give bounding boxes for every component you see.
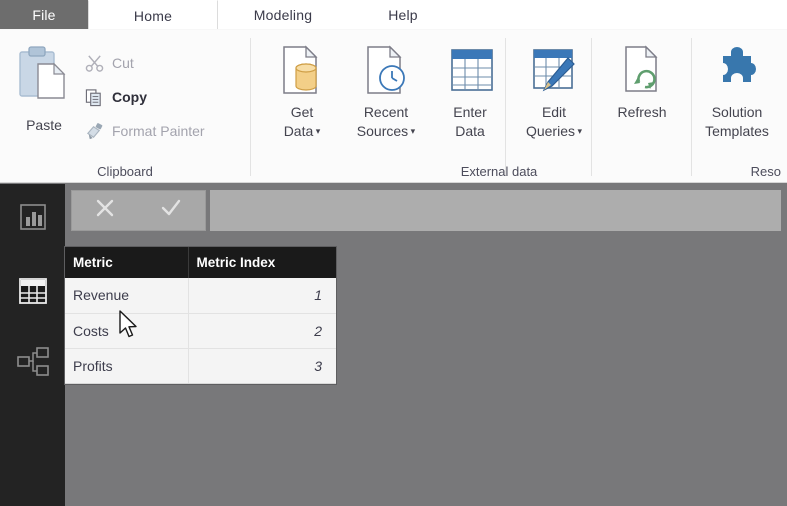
tab-file[interactable]: File [0, 0, 88, 29]
tab-help[interactable]: Help [348, 0, 458, 30]
group-inner-divider-2 [591, 38, 592, 176]
table-grid-icon [444, 42, 496, 98]
table-pencil-icon [528, 42, 580, 98]
table-grid-icon [18, 277, 48, 310]
edit-queries-label: Edit Queries ▾ [526, 103, 582, 141]
get-data-label: Get Data ▾ [284, 103, 321, 141]
recent-sources-label: Recent Sources ▾ [357, 103, 415, 141]
view-switcher-sidebar [0, 184, 65, 506]
edit-queries-line1: Edit [541, 104, 567, 120]
page-clock-icon [360, 42, 412, 98]
cell-metric[interactable]: Costs [65, 313, 189, 349]
tab-modeling-label: Modeling [253, 7, 313, 23]
solution-templates-line1: Solution [711, 104, 763, 120]
scissors-icon [80, 54, 108, 73]
format-painter-button[interactable]: Format Painter [80, 114, 245, 148]
tab-help-label: Help [388, 7, 418, 23]
ribbon-group-clipboard-label: Clipboard [97, 164, 153, 179]
copy-pages-icon [80, 88, 108, 107]
sidebar-item-model-view[interactable] [14, 344, 52, 382]
column-header-metric-index[interactable]: Metric Index [188, 247, 336, 278]
cell-metric-index[interactable]: 1 [188, 278, 336, 314]
paint-brush-icon [80, 122, 108, 141]
format-painter-label: Format Painter [112, 123, 205, 139]
edit-queries-line2: Queries [525, 123, 575, 139]
sidebar-item-data-view[interactable] [14, 274, 52, 312]
data-view-canvas: Metric Metric Index Revenue 1 Costs 2 Pr… [65, 236, 787, 506]
cut-button[interactable]: Cut [80, 46, 245, 80]
chevron-down-icon[interactable]: ▾ [313, 126, 321, 136]
check-icon [159, 196, 183, 225]
edit-queries-button[interactable]: Edit Queries ▾ [511, 42, 597, 141]
group-inner-divider-1 [505, 38, 506, 176]
get-data-line1: Get [290, 104, 314, 120]
bar-chart-icon [18, 202, 48, 237]
puzzle-piece-icon [711, 42, 763, 98]
table-header-row: Metric Metric Index [65, 247, 336, 278]
table-row[interactable]: Profits 3 [65, 348, 336, 384]
table-row[interactable]: Revenue 1 [65, 278, 336, 314]
page-refresh-icon [616, 42, 668, 98]
cell-metric-index[interactable]: 3 [188, 348, 336, 384]
table-row[interactable]: Costs 2 [65, 313, 336, 349]
tab-home-label: Home [133, 8, 173, 24]
paste-button[interactable]: Paste [12, 44, 76, 154]
get-data-button[interactable]: Get Data ▾ [259, 42, 345, 141]
get-data-line2: Data [283, 123, 314, 139]
cell-metric-index[interactable]: 2 [188, 313, 336, 349]
cell-metric[interactable]: Profits [65, 348, 189, 384]
refresh-button[interactable]: Refresh [599, 42, 685, 122]
chevron-down-icon[interactable]: ▾ [408, 126, 416, 136]
copy-button[interactable]: Copy [80, 80, 245, 114]
formula-bar-actions [71, 190, 206, 231]
ribbon-group-external-data-label: External data [460, 164, 538, 179]
paste-button-label: Paste [26, 117, 62, 133]
cut-label: Cut [112, 55, 134, 71]
cell-metric[interactable]: Revenue [65, 278, 189, 314]
ribbon-group-external-data: Get Data ▾ Recent Sources ▾ Enter Data E… [251, 30, 691, 183]
refresh-label: Refresh [617, 104, 667, 120]
solution-templates-button[interactable]: Solution Templates [694, 42, 780, 141]
enter-data-line1: Enter [453, 104, 487, 120]
tab-file-label: File [32, 6, 56, 23]
recent-sources-line2: Sources [356, 123, 409, 139]
clipboard-command-list: Cut Copy Format Painter [80, 46, 245, 148]
ribbon-group-resources-label: Reso [750, 164, 781, 179]
tab-modeling[interactable]: Modeling [218, 0, 348, 30]
tab-home[interactable]: Home [88, 0, 218, 31]
close-x-icon [93, 196, 117, 225]
ribbon-group-clipboard: Paste Cut Copy Format Painter Clipboard [0, 30, 250, 183]
ribbon-tab-bar: File Home Modeling Help [0, 0, 787, 31]
formula-input[interactable] [210, 190, 781, 231]
tab-bar-filler [458, 0, 787, 30]
solution-templates-line2: Templates [705, 123, 769, 139]
page-database-icon [276, 42, 328, 98]
power-bi-window: File Home Modeling Help Paste Cut Copy F… [0, 0, 787, 506]
paste-clipboard-icon [16, 44, 72, 111]
sidebar-item-report-view[interactable] [14, 200, 52, 238]
formula-confirm-button[interactable] [138, 191, 204, 230]
enter-data-line2: Data [455, 123, 485, 139]
chevron-down-icon[interactable]: ▾ [575, 126, 583, 136]
ribbon: Paste Cut Copy Format Painter Clipboard … [0, 30, 787, 183]
formula-cancel-button[interactable] [72, 191, 138, 230]
column-header-metric[interactable]: Metric [65, 247, 189, 278]
recent-sources-line1: Recent [363, 104, 409, 120]
relationship-icon [17, 346, 49, 381]
copy-label: Copy [112, 89, 147, 105]
ribbon-group-resources: Solution Templates Reso [692, 30, 787, 183]
data-table: Metric Metric Index Revenue 1 Costs 2 Pr… [65, 247, 336, 384]
recent-sources-button[interactable]: Recent Sources ▾ [343, 42, 429, 141]
enter-data-button[interactable]: Enter Data [427, 42, 513, 141]
formula-bar [65, 184, 787, 236]
enter-data-label: Enter Data [453, 103, 486, 141]
solution-templates-label: Solution Templates [705, 103, 769, 141]
